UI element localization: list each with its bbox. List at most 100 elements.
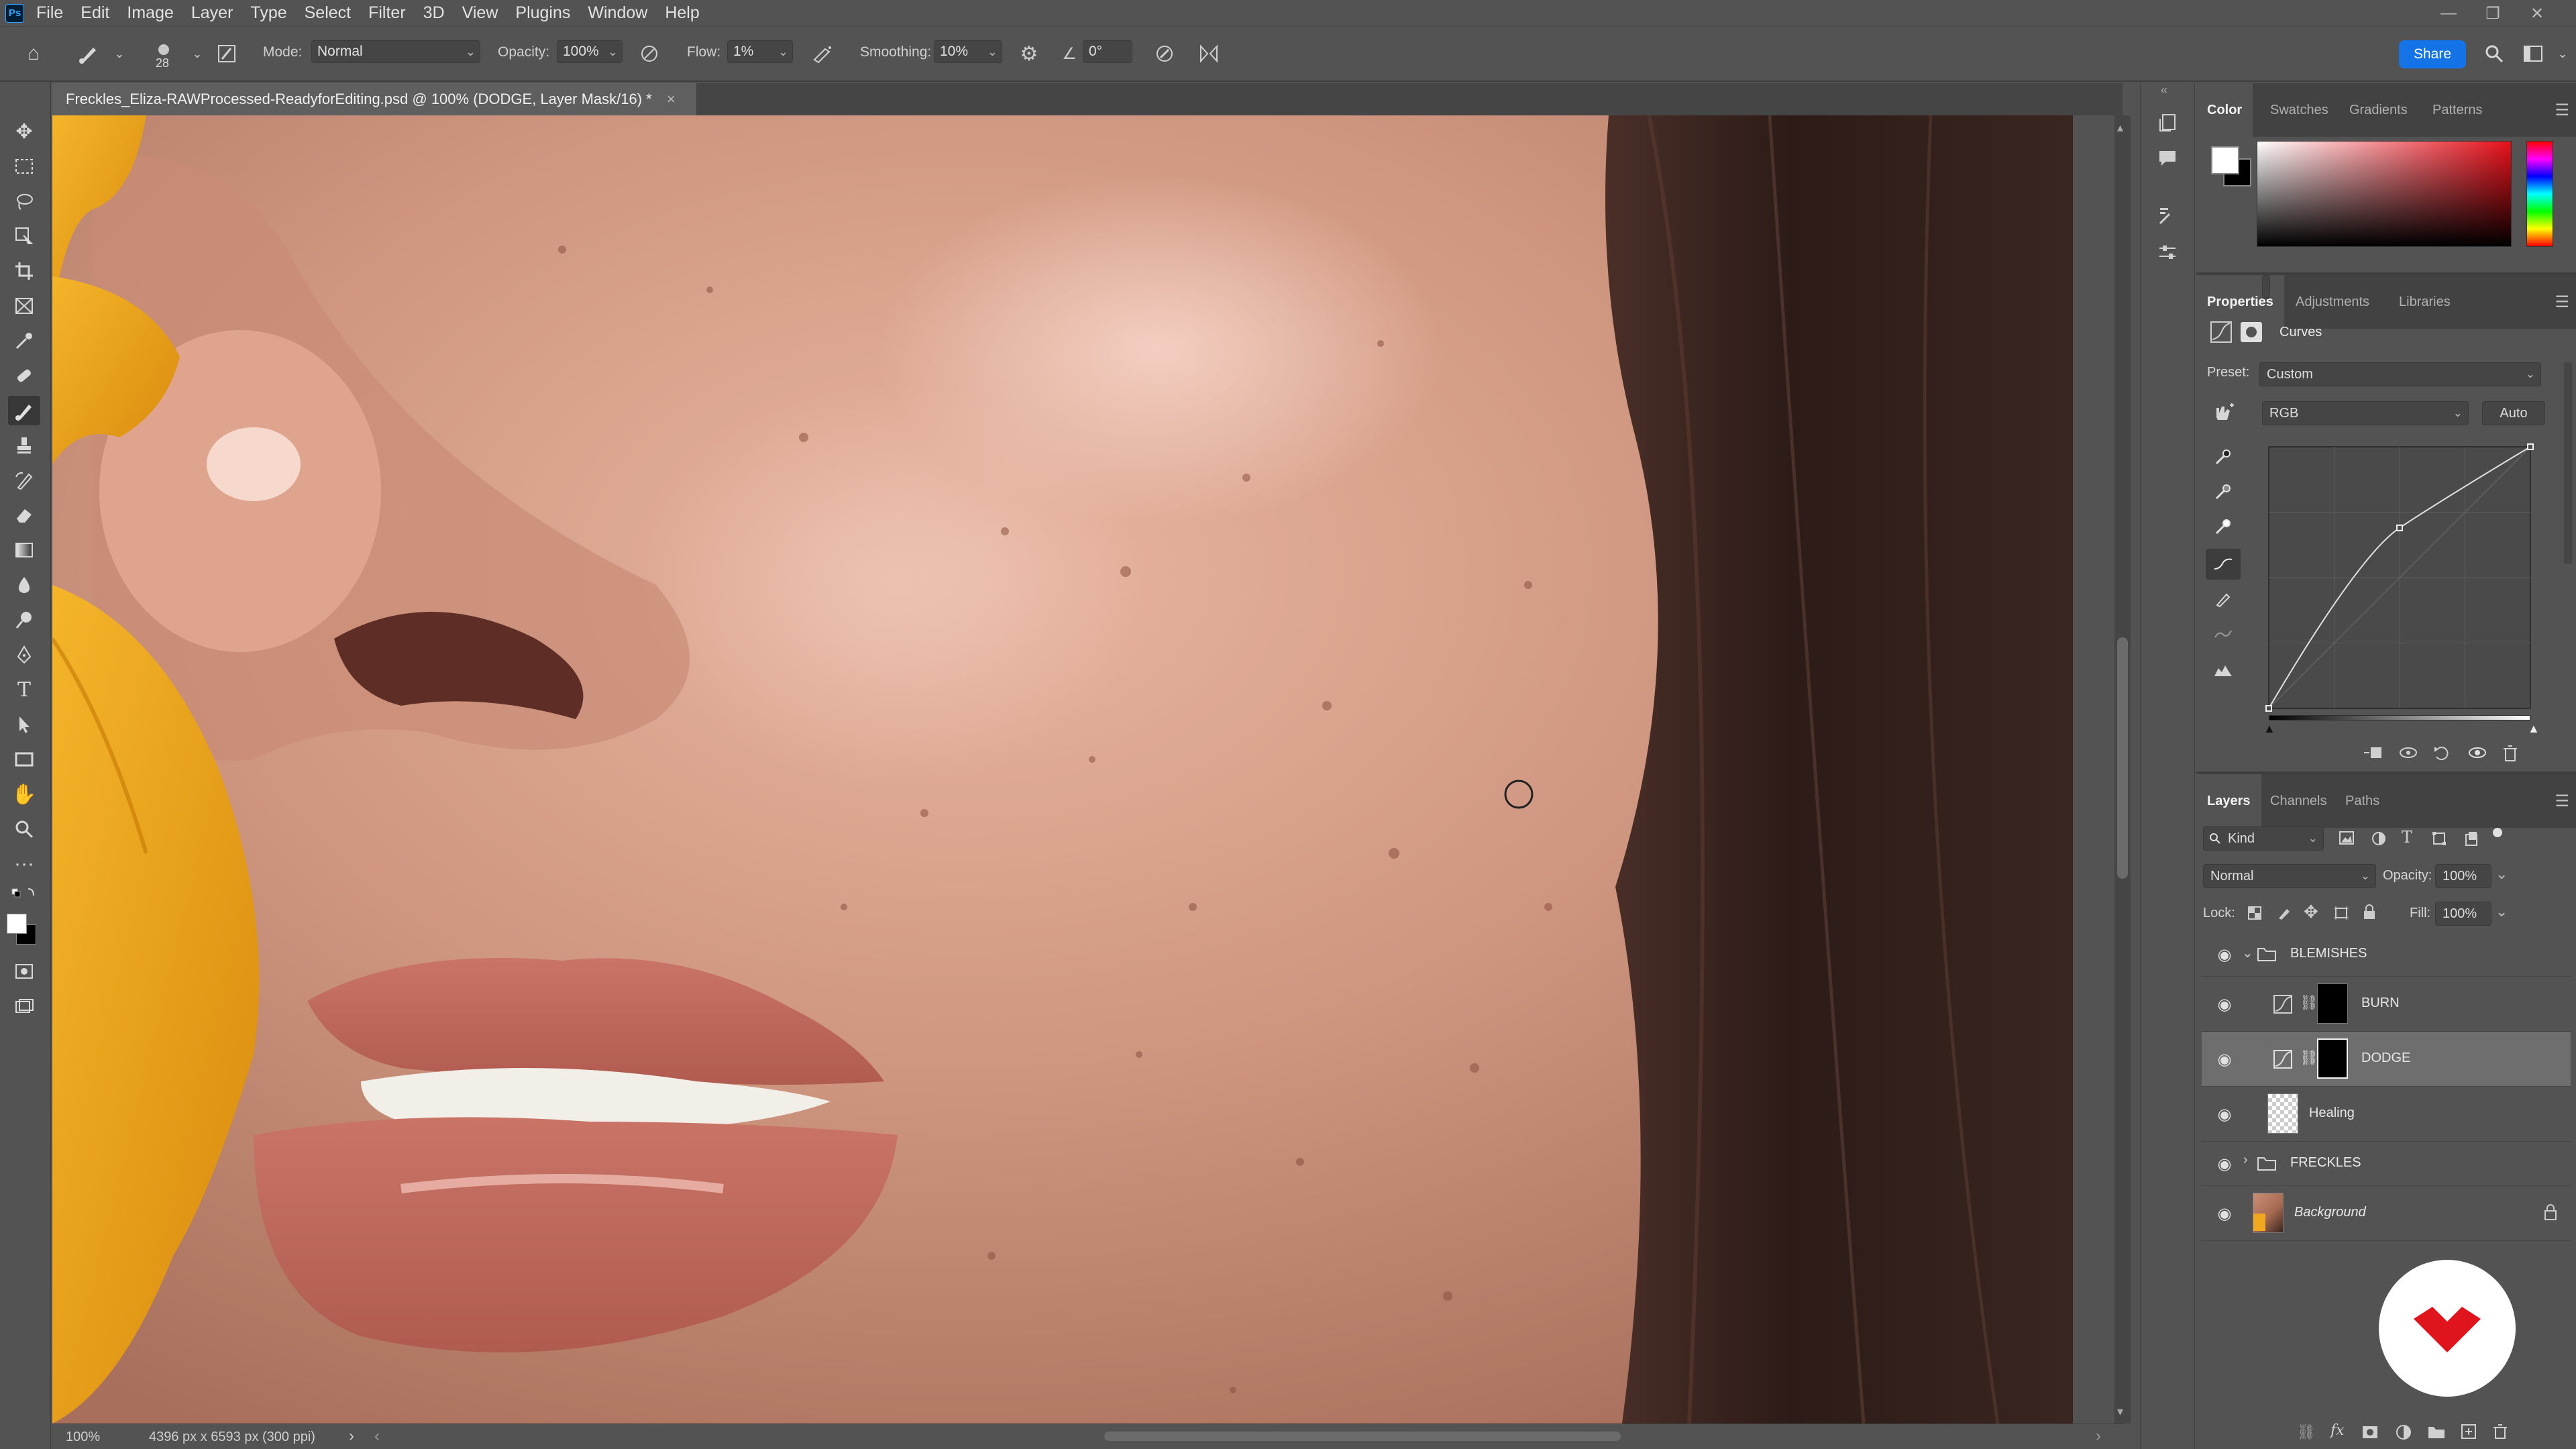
- brush-size-chevron-icon[interactable]: ⌄: [184, 40, 211, 67]
- collapse-strip-icon[interactable]: «: [2161, 83, 2167, 97]
- chevron-down-icon[interactable]: ⌄: [2242, 945, 2253, 961]
- gear-icon[interactable]: ⚙: [1016, 40, 1042, 67]
- layer-style-fx-icon[interactable]: fx: [2330, 1422, 2345, 1439]
- close-tab-icon[interactable]: ×: [667, 91, 676, 107]
- delete-adjustment-icon[interactable]: [2502, 745, 2518, 766]
- filter-toggle-icon[interactable]: [2493, 828, 2502, 837]
- pen-tool-icon[interactable]: [8, 640, 40, 669]
- clone-stamp-tool-icon[interactable]: [8, 431, 40, 460]
- eyedropper-tool-icon[interactable]: [8, 326, 40, 356]
- menu-image[interactable]: Image: [127, 3, 173, 23]
- pressure-opacity-icon[interactable]: [636, 40, 663, 67]
- lock-artboard-icon[interactable]: [2333, 906, 2349, 924]
- dodge-tool-icon[interactable]: [8, 605, 40, 635]
- home-icon[interactable]: ⌂: [20, 40, 47, 67]
- layer-row-healing[interactable]: ◉ Healing: [2202, 1087, 2571, 1142]
- eye-icon[interactable]: ◉: [2214, 1203, 2235, 1224]
- curve-point-0[interactable]: [2265, 705, 2272, 712]
- menu-layer[interactable]: Layer: [191, 3, 233, 23]
- layer-filter-kind-dropdown[interactable]: Kind ⌄: [2203, 826, 2324, 851]
- menu-3d[interactable]: 3D: [423, 3, 445, 23]
- scroll-right-icon[interactable]: ›: [2096, 1427, 2101, 1446]
- share-button[interactable]: Share: [2399, 40, 2466, 68]
- channel-dropdown[interactable]: RGB ⌄: [2262, 401, 2469, 425]
- curves-graph[interactable]: [2263, 443, 2534, 715]
- more-tools-icon[interactable]: ···: [8, 849, 40, 879]
- foreground-color-swatch-top[interactable]: [7, 914, 27, 934]
- comments-panel-icon[interactable]: [2153, 144, 2182, 173]
- object-selection-tool-icon[interactable]: [8, 221, 40, 251]
- path-selection-tool-icon[interactable]: [8, 710, 40, 739]
- close-window-button[interactable]: ✕: [2517, 0, 2557, 27]
- menu-help[interactable]: Help: [665, 3, 699, 23]
- brush-tool-icon[interactable]: [75, 40, 102, 67]
- edit-points-curve-icon[interactable]: [2206, 549, 2241, 580]
- chain-link-icon[interactable]: ⛓: [2300, 1049, 2318, 1067]
- fill-field[interactable]: 100%: [2435, 902, 2491, 926]
- restore-button[interactable]: ❐: [2473, 0, 2513, 27]
- filter-adjustment-layers-icon[interactable]: [2371, 830, 2387, 851]
- layer-mask-thumbnail[interactable]: [2317, 1038, 2348, 1079]
- image-canvas[interactable]: [52, 115, 2073, 1424]
- lock-image-pixels-icon[interactable]: [2277, 906, 2292, 924]
- lasso-tool-icon[interactable]: [8, 186, 40, 216]
- symmetry-icon[interactable]: [1195, 40, 1222, 67]
- brush-settings-icon[interactable]: [213, 40, 240, 67]
- opacity-field[interactable]: 100% ⌄: [557, 40, 623, 63]
- blend-mode-dropdown[interactable]: Normal ⌄: [2203, 864, 2376, 888]
- view-previous-state-icon[interactable]: [2398, 745, 2419, 765]
- layer-row-burn[interactable]: ◉ ⛓ BURN: [2202, 977, 2571, 1032]
- smoothing-field[interactable]: 10% ⌄: [934, 40, 1002, 63]
- menu-window[interactable]: Window: [588, 3, 647, 23]
- move-tool-icon[interactable]: ✥: [8, 117, 40, 146]
- filter-pixel-layers-icon[interactable]: [2339, 830, 2355, 849]
- sample-black-point-icon[interactable]: [2206, 441, 2241, 472]
- eraser-tool-icon[interactable]: [8, 500, 40, 530]
- adjustment-sliders-panel-icon[interactable]: [2153, 237, 2182, 267]
- lock-position-icon[interactable]: ✥: [2304, 902, 2318, 922]
- lock-icon[interactable]: [2544, 1203, 2557, 1225]
- filter-type-layers-icon[interactable]: T: [2402, 828, 2412, 847]
- sample-white-point-icon[interactable]: [2206, 511, 2241, 542]
- toggle-visibility-icon[interactable]: [2467, 745, 2487, 765]
- pressure-size-icon[interactable]: [1151, 40, 1178, 67]
- mode-dropdown[interactable]: Normal ⌄: [311, 40, 480, 63]
- tab-libraries[interactable]: Libraries: [2388, 275, 2461, 329]
- sample-gray-point-icon[interactable]: [2206, 476, 2241, 507]
- scroll-down-icon[interactable]: ▾: [2117, 1405, 2123, 1419]
- eye-icon[interactable]: ◉: [2214, 1049, 2235, 1069]
- layer-row-dodge[interactable]: ◉ ⛓ DODGE: [2202, 1032, 2571, 1087]
- gradient-tool-icon[interactable]: [8, 535, 40, 565]
- curve-point-2[interactable]: [2527, 443, 2534, 450]
- eye-icon[interactable]: ◉: [2214, 1104, 2235, 1124]
- menu-filter[interactable]: Filter: [368, 3, 406, 23]
- new-group-folder-icon[interactable]: [2427, 1425, 2446, 1444]
- black-point-slider-icon[interactable]: ▲: [2263, 722, 2275, 736]
- tab-color[interactable]: Color: [2196, 83, 2253, 137]
- preset-dropdown[interactable]: Custom ⌄: [2259, 362, 2541, 386]
- curve-point-1[interactable]: [2396, 524, 2403, 531]
- layer-row-background[interactable]: ◉ Background: [2202, 1186, 2571, 1241]
- menu-file[interactable]: File: [36, 3, 63, 23]
- foreground-color-swatch[interactable]: [2211, 146, 2239, 174]
- frame-tool-icon[interactable]: [8, 291, 40, 321]
- layer-opacity-field[interactable]: 100%: [2435, 864, 2491, 888]
- tab-paths[interactable]: Paths: [2334, 774, 2390, 828]
- delete-layer-trash-icon[interactable]: [2493, 1424, 2508, 1444]
- menu-edit[interactable]: Edit: [80, 3, 109, 23]
- chain-link-icon[interactable]: ⛓: [2300, 994, 2318, 1012]
- blur-tool-icon[interactable]: [8, 570, 40, 600]
- white-point-slider-icon[interactable]: ▲: [2528, 722, 2540, 736]
- tool-preset-chevron-icon[interactable]: ⌄: [106, 40, 133, 67]
- menu-view[interactable]: View: [462, 3, 498, 23]
- tab-layers[interactable]: Layers: [2196, 774, 2261, 828]
- fill-chevron-icon[interactable]: ⌄: [2496, 903, 2508, 920]
- link-layers-icon[interactable]: ⛓: [2297, 1424, 2316, 1441]
- airbrush-icon[interactable]: [809, 40, 836, 67]
- marquee-tool-icon[interactable]: [8, 152, 40, 181]
- workspace-icon[interactable]: [2520, 40, 2546, 67]
- lock-all-icon[interactable]: [2363, 904, 2376, 924]
- properties-scrollbar[interactable]: [2564, 362, 2572, 564]
- menu-type[interactable]: Type: [250, 3, 286, 23]
- filter-smart-objects-icon[interactable]: [2463, 830, 2479, 851]
